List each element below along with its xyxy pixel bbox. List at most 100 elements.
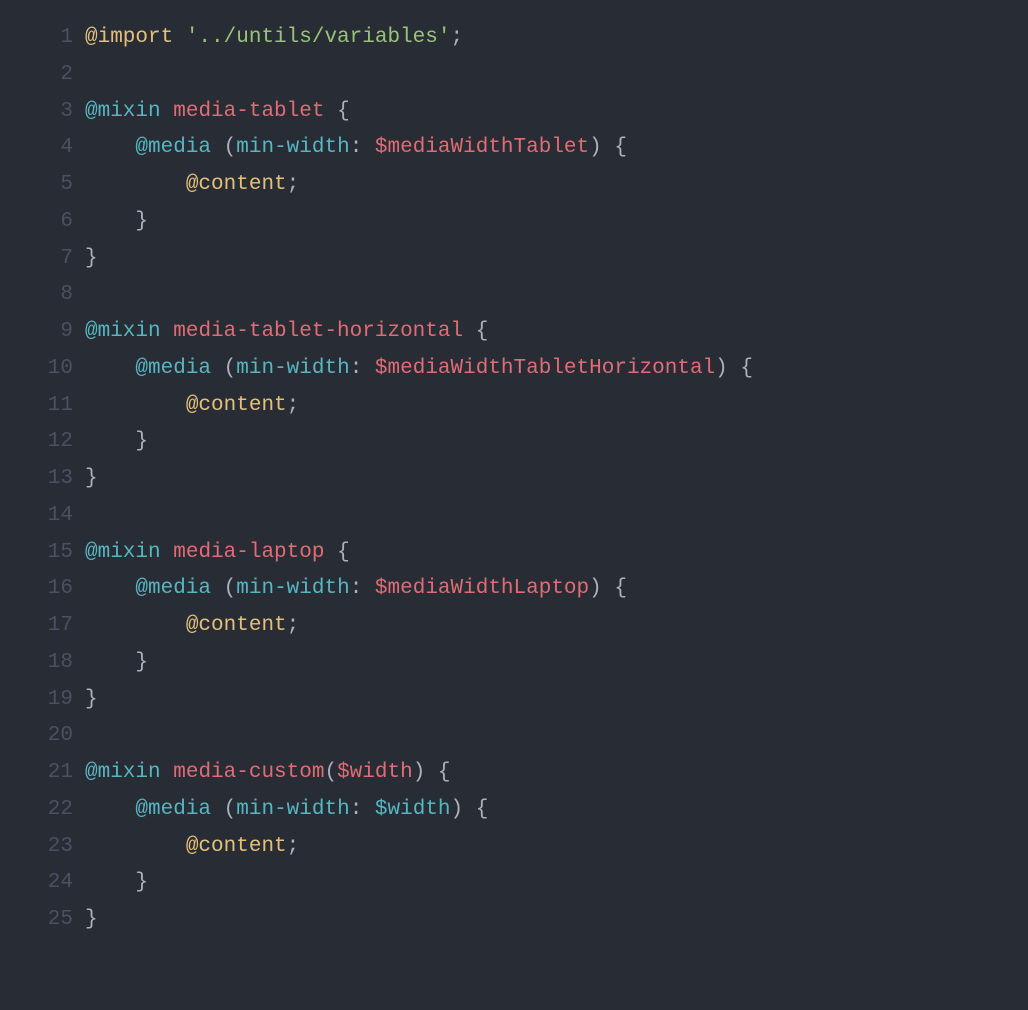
line-content[interactable]: @import '../untils/variables'; (85, 20, 1028, 57)
code-line[interactable]: 1@import '../untils/variables'; (0, 20, 1028, 57)
line-content[interactable]: @media (min-width: $width) { (85, 792, 1028, 829)
line-content[interactable] (85, 718, 1028, 755)
code-token: @mixin (85, 320, 161, 343)
code-line[interactable]: 10 @media (min-width: $mediaWidthTabletH… (0, 351, 1028, 388)
code-token: $mediaWidthLaptop (375, 577, 589, 600)
line-content[interactable]: } (85, 682, 1028, 719)
line-content[interactable]: @content; (85, 829, 1028, 866)
line-number: 16 (0, 571, 85, 608)
code-line[interactable]: 6 } (0, 204, 1028, 241)
line-content[interactable]: } (85, 241, 1028, 278)
line-content[interactable]: @media (min-width: $mediaWidthTabletHori… (85, 351, 1028, 388)
code-token: @mixin (85, 100, 161, 123)
code-line[interactable]: 23 @content; (0, 829, 1028, 866)
code-line[interactable]: 15@mixin media-laptop { (0, 535, 1028, 572)
line-content[interactable]: } (85, 902, 1028, 939)
line-content[interactable]: } (85, 865, 1028, 902)
code-token: } (135, 651, 148, 674)
code-line[interactable]: 25} (0, 902, 1028, 939)
code-token: media-tablet-horizontal (173, 320, 463, 343)
code-token: min-width (236, 577, 349, 600)
line-number: 3 (0, 94, 85, 131)
code-token: } (85, 908, 98, 931)
code-token: ; (287, 614, 300, 637)
code-line[interactable]: 13} (0, 461, 1028, 498)
line-content[interactable] (85, 57, 1028, 94)
code-token: @content (186, 614, 287, 637)
line-number: 5 (0, 167, 85, 204)
code-token: @mixin (85, 541, 161, 564)
code-line[interactable]: 7} (0, 241, 1028, 278)
line-content[interactable]: @content; (85, 167, 1028, 204)
line-content[interactable]: } (85, 204, 1028, 241)
line-content[interactable]: @content; (85, 608, 1028, 645)
code-token: ( (324, 761, 337, 784)
code-token: $mediaWidthTabletHorizontal (375, 357, 715, 380)
code-token (324, 100, 337, 123)
code-token: @media (135, 577, 211, 600)
code-token (85, 798, 135, 821)
code-token: ; (450, 26, 463, 49)
code-token: ; (287, 394, 300, 417)
line-content[interactable]: @media (min-width: $mediaWidthTablet) { (85, 130, 1028, 167)
code-line[interactable]: 8 (0, 277, 1028, 314)
line-content[interactable] (85, 277, 1028, 314)
code-token: $width (375, 798, 451, 821)
code-token: @import (85, 26, 173, 49)
line-number: 2 (0, 57, 85, 94)
code-token: @content (186, 394, 287, 417)
line-number: 20 (0, 718, 85, 755)
code-token: @content (186, 173, 287, 196)
code-line[interactable]: 18 } (0, 645, 1028, 682)
code-line[interactable]: 2 (0, 57, 1028, 94)
line-content[interactable]: @media (min-width: $mediaWidthLaptop) { (85, 571, 1028, 608)
line-number: 23 (0, 829, 85, 866)
code-token: ) (715, 357, 740, 380)
code-line[interactable]: 21@mixin media-custom($width) { (0, 755, 1028, 792)
code-token (463, 320, 476, 343)
line-content[interactable]: @mixin media-custom($width) { (85, 755, 1028, 792)
code-line[interactable]: 4 @media (min-width: $mediaWidthTablet) … (0, 130, 1028, 167)
code-line[interactable]: 24 } (0, 865, 1028, 902)
code-token: } (135, 430, 148, 453)
code-token: @media (135, 357, 211, 380)
code-token: $width (337, 761, 413, 784)
code-line[interactable]: 9@mixin media-tablet-horizontal { (0, 314, 1028, 351)
line-content[interactable]: } (85, 461, 1028, 498)
code-line[interactable]: 20 (0, 718, 1028, 755)
line-number: 1 (0, 20, 85, 57)
code-token: ) (589, 136, 614, 159)
code-line[interactable]: 19} (0, 682, 1028, 719)
code-line[interactable]: 17 @content; (0, 608, 1028, 645)
code-token: { (614, 577, 627, 600)
line-content[interactable] (85, 498, 1028, 535)
code-token: ( (211, 798, 236, 821)
line-content[interactable]: @mixin media-tablet { (85, 94, 1028, 131)
code-token: ; (287, 173, 300, 196)
code-line[interactable]: 3@mixin media-tablet { (0, 94, 1028, 131)
code-token: : (350, 136, 375, 159)
line-number: 9 (0, 314, 85, 351)
code-token: { (337, 100, 350, 123)
line-content[interactable]: @content; (85, 388, 1028, 425)
code-token: } (135, 210, 148, 233)
code-line[interactable]: 16 @media (min-width: $mediaWidthLaptop)… (0, 571, 1028, 608)
code-token: { (476, 320, 489, 343)
code-line[interactable]: 11 @content; (0, 388, 1028, 425)
line-content[interactable]: @mixin media-tablet-horizontal { (85, 314, 1028, 351)
code-line[interactable]: 5 @content; (0, 167, 1028, 204)
line-number: 11 (0, 388, 85, 425)
code-line[interactable]: 14 (0, 498, 1028, 535)
code-token (85, 871, 135, 894)
line-content[interactable]: @mixin media-laptop { (85, 535, 1028, 572)
code-token: : (350, 357, 375, 380)
line-content[interactable]: } (85, 424, 1028, 461)
code-line[interactable]: 12 } (0, 424, 1028, 461)
code-token: min-width (236, 798, 349, 821)
code-editor[interactable]: 1@import '../untils/variables';23@mixin … (0, 20, 1028, 939)
line-content[interactable]: } (85, 645, 1028, 682)
line-number: 6 (0, 204, 85, 241)
code-line[interactable]: 22 @media (min-width: $width) { (0, 792, 1028, 829)
code-token: } (85, 247, 98, 270)
line-number: 21 (0, 755, 85, 792)
